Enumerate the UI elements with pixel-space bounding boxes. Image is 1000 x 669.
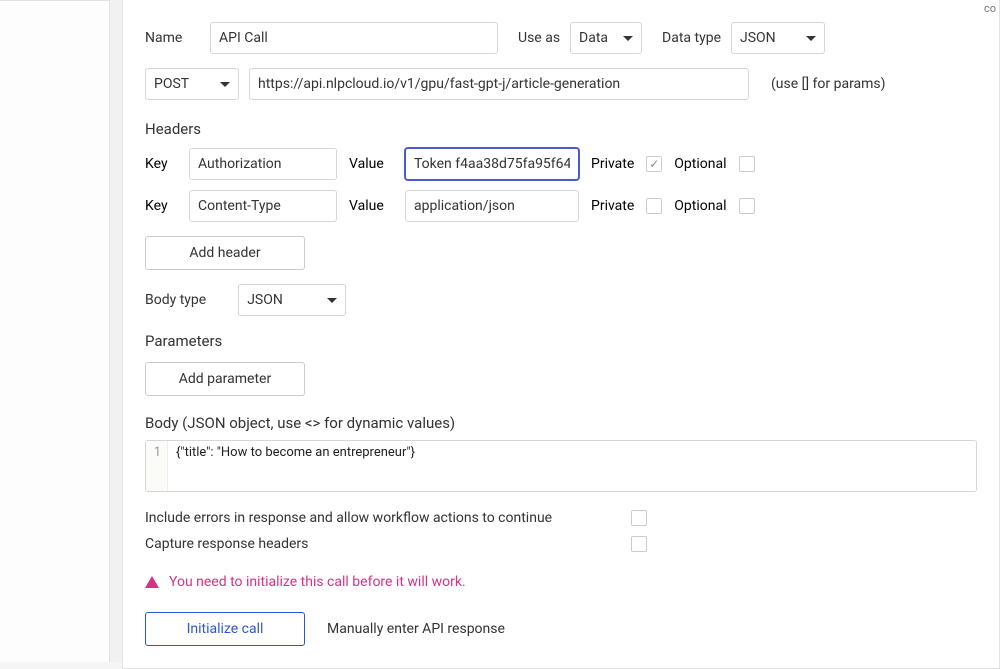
header-value-label: Value (349, 198, 393, 214)
parameters-label: Parameters (145, 332, 977, 350)
header-key-label: Key (145, 198, 177, 214)
capture-headers-checkbox[interactable] (631, 536, 647, 552)
private-label: Private (591, 198, 634, 214)
include-errors-checkbox[interactable] (631, 510, 647, 526)
caret-down-icon (623, 36, 633, 41)
header-key-input[interactable] (189, 148, 337, 180)
add-header-button[interactable]: Add header (145, 236, 305, 270)
body-type-label: Body type (145, 292, 206, 308)
optional-label: Optional (674, 198, 726, 214)
body-type-select[interactable]: JSON (238, 284, 346, 316)
warning-row: You need to initialize this call before … (145, 574, 977, 590)
optional-checkbox[interactable] (739, 156, 755, 172)
corner-text: co (984, 2, 996, 15)
body-type-value: JSON (247, 292, 283, 308)
private-label: Private (591, 156, 634, 172)
http-method-select[interactable]: POST (145, 68, 239, 100)
manual-api-link[interactable]: Manually enter API response (327, 621, 505, 637)
data-type-value: JSON (740, 30, 776, 46)
capture-headers-label: Capture response headers (145, 536, 308, 552)
private-checkbox[interactable] (646, 156, 662, 172)
caret-down-icon (327, 298, 337, 303)
private-checkbox[interactable] (646, 198, 662, 214)
include-errors-label: Include errors in response and allow wor… (145, 510, 552, 526)
header-value-input[interactable] (405, 190, 579, 222)
optional-checkbox[interactable] (739, 198, 755, 214)
body-editor-label: Body (JSON object, use <> for dynamic va… (145, 414, 977, 432)
caret-down-icon (220, 82, 230, 87)
data-type-select[interactable]: JSON (731, 22, 825, 54)
headers-title: Headers (145, 120, 977, 138)
header-key-input[interactable] (189, 190, 337, 222)
http-method-value: POST (154, 76, 189, 92)
optional-label: Optional (674, 156, 726, 172)
warning-icon (145, 576, 159, 588)
body-code-editor[interactable]: 1 {"title": "How to become an entreprene… (145, 440, 977, 492)
use-as-value: Data (579, 30, 608, 46)
name-input[interactable] (210, 22, 498, 54)
left-sidebar (0, 0, 110, 662)
line-number: 1 (146, 441, 168, 491)
name-label: Name (145, 30, 200, 46)
header-value-input[interactable] (405, 148, 579, 180)
data-type-label: Data type (662, 30, 721, 46)
url-input[interactable] (249, 68, 749, 100)
warning-text: You need to initialize this call before … (169, 574, 466, 590)
initialize-call-button[interactable]: Initialize call (145, 612, 305, 646)
use-as-select[interactable]: Data (570, 22, 642, 54)
header-value-label: Value (349, 156, 393, 172)
header-key-label: Key (145, 156, 177, 172)
use-as-label: Use as (518, 30, 560, 46)
api-call-panel: Name Use as Data Data type JSON POST (122, 0, 1000, 669)
body-code-content: {"title": "How to become an entrepreneur… (168, 441, 423, 491)
caret-down-icon (806, 36, 816, 41)
url-hint: (use [] for params) (771, 76, 886, 92)
add-parameter-button[interactable]: Add parameter (145, 362, 305, 396)
